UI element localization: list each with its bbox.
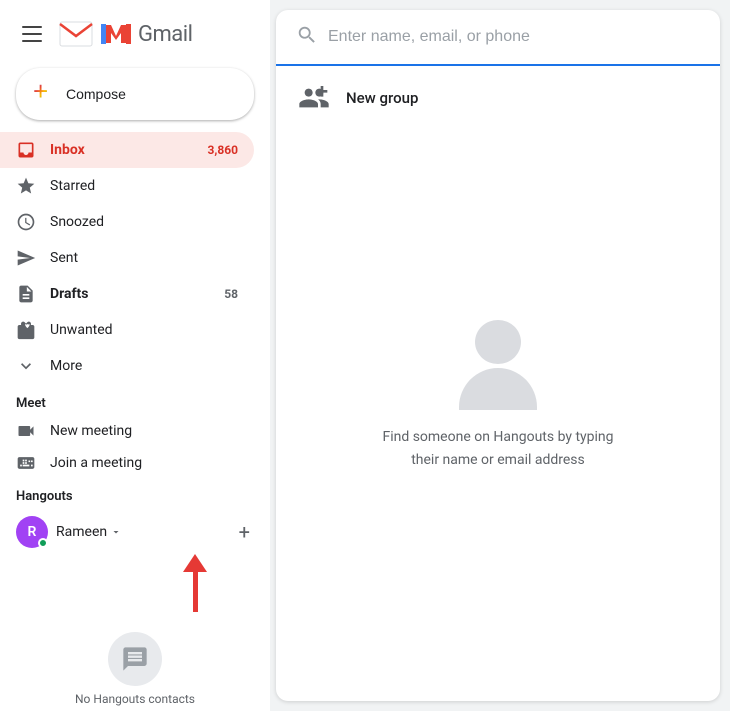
search-icon — [296, 24, 318, 50]
unwanted-icon — [16, 320, 36, 340]
red-arrow-annotation — [120, 554, 270, 612]
contacts-empty-text: Find someone on Hangouts by typingtheir … — [382, 426, 613, 471]
star-icon — [16, 176, 36, 196]
online-status-dot — [38, 538, 48, 548]
no-contacts-text: No Hangouts contacts — [75, 692, 195, 706]
sidebar-item-drafts[interactable]: Drafts 58 — [0, 276, 254, 312]
nav-menu: Inbox 3,860 Starred Snoozed Sent — [0, 132, 270, 384]
sidebar-item-join-meeting[interactable]: Join a meeting — [0, 447, 254, 479]
hamburger-menu[interactable] — [16, 20, 48, 48]
arrow-head — [183, 554, 207, 572]
drafts-icon — [16, 284, 36, 304]
inbox-icon — [16, 140, 36, 160]
hangout-add-button[interactable]: + — [235, 516, 254, 548]
add-group-icon — [296, 80, 332, 116]
person-avatar-placeholder — [453, 320, 543, 410]
search-box — [276, 10, 720, 66]
compose-label: Compose — [66, 86, 126, 102]
snoozed-icon — [16, 212, 36, 232]
video-icon — [16, 421, 36, 441]
keyboard-icon — [16, 453, 36, 473]
header-row: Gmail — [0, 10, 270, 62]
inbox-badge: 3,860 — [208, 143, 239, 157]
hangout-user-row[interactable]: R Rameen + — [0, 510, 270, 554]
app-title: Gmail — [138, 22, 192, 47]
drafts-badge: 58 — [224, 287, 238, 301]
hangout-avatar: R — [16, 516, 48, 548]
red-arrow — [183, 554, 207, 612]
hangout-avatar-initial: R — [28, 524, 37, 540]
hangouts-label: Hangouts — [16, 489, 73, 504]
sidebar-item-more[interactable]: More — [0, 348, 254, 384]
hangouts-header: Hangouts — [0, 479, 270, 510]
contacts-empty-state: Find someone on Hangouts by typingtheir … — [276, 130, 720, 701]
new-meeting-label: New meeting — [50, 423, 132, 439]
snoozed-label: Snoozed — [50, 214, 104, 230]
meet-section-label: Meet — [0, 384, 270, 415]
search-input[interactable] — [328, 28, 700, 46]
sidebar-item-unwanted[interactable]: Unwanted — [0, 312, 254, 348]
sidebar: Gmail Compose Inbox 3,860 Starred — [0, 0, 270, 711]
gmail-logo: Gmail — [58, 16, 192, 52]
sidebar-item-new-meeting[interactable]: New meeting — [0, 415, 254, 447]
gmail-m-icon — [58, 16, 94, 52]
person-head — [475, 320, 521, 364]
compose-button[interactable]: Compose — [16, 68, 254, 120]
hangout-user-name: Rameen — [56, 524, 122, 540]
arrow-shaft — [193, 572, 198, 612]
person-body — [459, 368, 537, 410]
dropdown-arrow-icon — [110, 526, 122, 538]
sidebar-item-starred[interactable]: Starred — [0, 168, 254, 204]
new-group-label: New group — [346, 89, 418, 107]
new-group-row[interactable]: New group — [276, 66, 720, 130]
sidebar-item-sent[interactable]: Sent — [0, 240, 254, 276]
compose-plus-icon — [32, 82, 56, 106]
starred-label: Starred — [50, 178, 95, 194]
sidebar-item-inbox[interactable]: Inbox 3,860 — [0, 132, 254, 168]
sent-label: Sent — [50, 250, 78, 266]
gmail-logo-svg — [98, 16, 134, 52]
contacts-panel: New group Find someone on Hangouts by ty… — [276, 10, 720, 701]
no-contacts-area: No Hangouts contacts Find someone — [0, 612, 270, 711]
sent-icon — [16, 248, 36, 268]
more-label: More — [50, 358, 82, 374]
chevron-down-icon — [16, 356, 36, 376]
join-meeting-label: Join a meeting — [50, 455, 142, 471]
chat-bubble-icon — [108, 632, 162, 686]
sidebar-item-snoozed[interactable]: Snoozed — [0, 204, 254, 240]
unwanted-label: Unwanted — [50, 322, 113, 338]
drafts-label: Drafts — [50, 286, 88, 302]
inbox-label: Inbox — [50, 142, 85, 158]
